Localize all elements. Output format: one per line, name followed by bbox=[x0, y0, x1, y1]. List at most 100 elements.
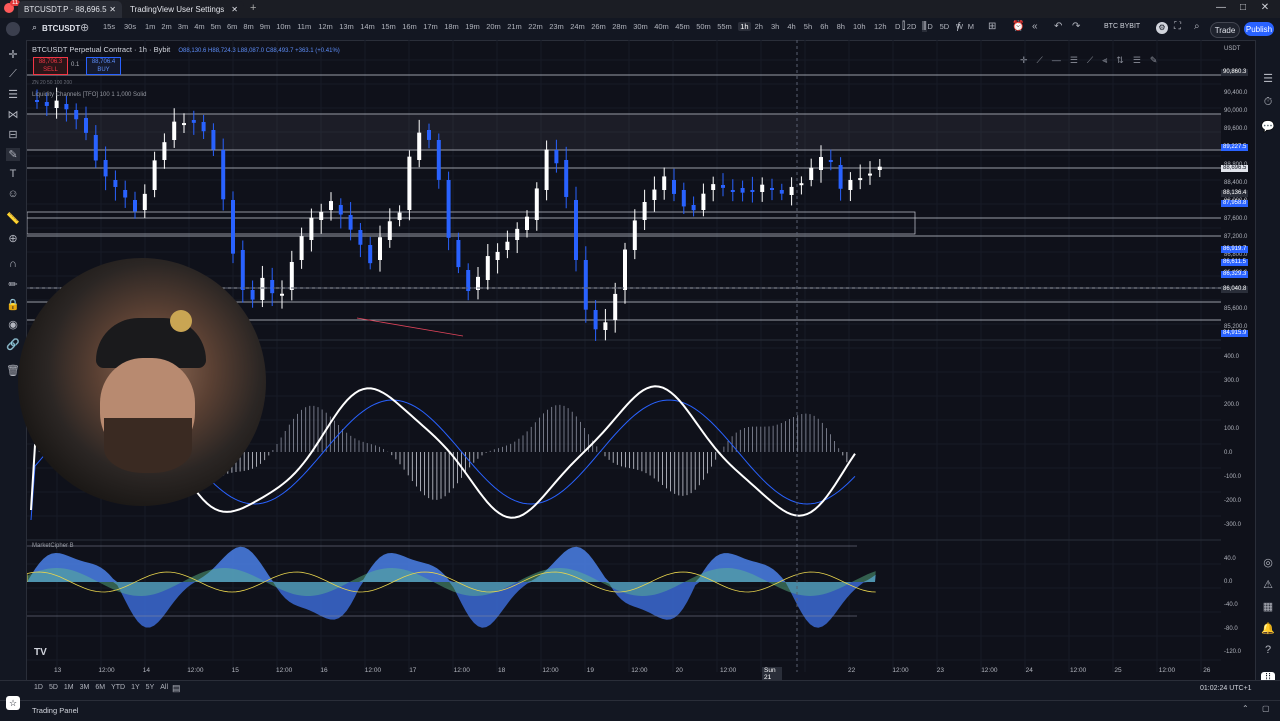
replay-icon[interactable]: « bbox=[1032, 21, 1038, 32]
bell-icon[interactable]: 🔔 bbox=[1261, 622, 1275, 635]
symbol-legend[interactable]: BTCUSDT Perpetual Contract · 1h · Bybit … bbox=[32, 45, 340, 54]
timeframe-5D[interactable]: 5D bbox=[940, 22, 950, 31]
trendline-icon[interactable]: ⟋ bbox=[6, 68, 20, 81]
link-icon[interactable]: 🔗 bbox=[6, 338, 20, 351]
utc-clock[interactable]: 01:02:24 UTC+1 bbox=[1200, 685, 1252, 692]
cipher-label[interactable]: MarketCipher B bbox=[32, 543, 74, 549]
range-1Y[interactable]: 1Y bbox=[131, 684, 140, 696]
timeframe-14m[interactable]: 14m bbox=[360, 22, 375, 31]
timeframe-1h[interactable]: 1h bbox=[738, 22, 751, 31]
timeframe-11m[interactable]: 11m bbox=[297, 22, 311, 31]
timeframe-3h[interactable]: 3h bbox=[771, 22, 779, 31]
trade-button[interactable]: Trade bbox=[1210, 22, 1240, 38]
chart-type-icon[interactable]: ⫿ bbox=[902, 21, 905, 32]
maximize-button[interactable]: □ bbox=[1236, 2, 1250, 13]
timeframe-2m[interactable]: 2m bbox=[161, 22, 171, 31]
timeframe-4m[interactable]: 4m bbox=[194, 22, 204, 31]
indicator-label[interactable]: Liquidity Channels [TFO] 100 1 1,000 Sol… bbox=[32, 92, 146, 98]
timeframe-5h[interactable]: 5h bbox=[804, 22, 812, 31]
timeframe-19m[interactable]: 19m bbox=[465, 22, 480, 31]
timeframe-22m[interactable]: 22m bbox=[528, 22, 543, 31]
search-icon[interactable]: ⌕ bbox=[32, 22, 37, 33]
lock-icon[interactable]: 🔒 bbox=[6, 298, 20, 311]
panel-maximize-icon[interactable]: ▢ bbox=[1262, 704, 1270, 713]
timeframe-50m[interactable]: 50m bbox=[696, 22, 711, 31]
brush-icon[interactable]: ✎ bbox=[6, 148, 20, 161]
crosshair-icon[interactable]: ✛ bbox=[6, 48, 20, 61]
timeframe-21m[interactable]: 21m bbox=[507, 22, 522, 31]
timeframe-6m[interactable]: 6m bbox=[227, 22, 237, 31]
timeframe-6h[interactable]: 6h bbox=[820, 22, 828, 31]
settings-gear-icon[interactable]: ⚙ bbox=[1156, 22, 1168, 34]
timeframe-2D[interactable]: 2D bbox=[907, 22, 917, 31]
buy-button[interactable]: 88,706.4 BUY bbox=[86, 57, 121, 75]
undo-icon[interactable]: ↶ bbox=[1054, 21, 1062, 32]
panel-expand-icon[interactable]: ⌃ bbox=[1242, 704, 1249, 713]
timeframe-40m[interactable]: 40m bbox=[654, 22, 669, 31]
emoji-icon[interactable]: ☺ bbox=[6, 188, 20, 200]
target-icon[interactable]: ◎ bbox=[1261, 556, 1275, 569]
range-6M[interactable]: 6M bbox=[95, 684, 105, 696]
timeframe-30m[interactable]: 30m bbox=[633, 22, 648, 31]
range-3M[interactable]: 3M bbox=[80, 684, 90, 696]
watchlist-icon[interactable]: ☰ bbox=[1261, 72, 1275, 85]
date-range-icon[interactable]: ▤ bbox=[172, 683, 181, 694]
layout-icon[interactable]: ⊞ bbox=[988, 21, 996, 32]
timeframe-9m[interactable]: 9m bbox=[260, 22, 270, 31]
trading-panel-tab[interactable]: Trading Panel bbox=[32, 706, 78, 715]
indicator-small-label[interactable]: ZN 20 50 100 200 bbox=[32, 80, 72, 86]
sell-button[interactable]: 88,706.3 SELL bbox=[33, 57, 68, 75]
redo-icon[interactable]: ↷ bbox=[1072, 21, 1080, 32]
timeframe-20m[interactable]: 20m bbox=[486, 22, 501, 31]
ideas-icon[interactable]: ⚠ bbox=[1261, 578, 1275, 591]
timeframe-D[interactable]: D bbox=[895, 22, 900, 31]
timeframe-13m[interactable]: 13m bbox=[339, 22, 354, 31]
range-YTD[interactable]: YTD bbox=[111, 684, 125, 696]
quick-search-icon[interactable]: ⌕ bbox=[1194, 21, 1200, 32]
fib-icon[interactable]: ☰ bbox=[6, 88, 20, 101]
candles-icon[interactable]: ⫼ bbox=[922, 21, 927, 32]
timeframe-5m[interactable]: 5m bbox=[211, 22, 221, 31]
range-All[interactable]: All bbox=[160, 684, 168, 696]
zoom-icon[interactable]: ⊕ bbox=[6, 232, 20, 245]
timeframe-45m[interactable]: 45m bbox=[675, 22, 690, 31]
time-axis[interactable]: 13 12:00 14 12:00 15 12:00 16 12:00 17 12:00 18 12:… bbox=[0, 0, 1210, 702]
alert-icon[interactable]: ⏰ bbox=[1012, 21, 1024, 32]
timeframe-8h[interactable]: 8h bbox=[837, 22, 845, 31]
timeframe-12h[interactable]: 12h bbox=[874, 22, 887, 31]
range-1M[interactable]: 1M bbox=[64, 684, 74, 696]
timeframe-12m[interactable]: 12m bbox=[318, 22, 333, 31]
currency-label[interactable]: USDT bbox=[1224, 46, 1240, 52]
timeframe-10m[interactable]: 10m bbox=[276, 22, 291, 31]
range-5Y[interactable]: 5Y bbox=[146, 684, 155, 696]
range-1D[interactable]: 1D bbox=[34, 684, 43, 696]
timeframe-3m[interactable]: 3m bbox=[178, 22, 188, 31]
timeframe-8m[interactable]: 8m bbox=[243, 22, 253, 31]
close-window-button[interactable]: ✕ bbox=[1258, 2, 1272, 13]
magnet-icon[interactable]: ∩ bbox=[6, 258, 20, 270]
timeframe-30s[interactable]: 30s bbox=[124, 22, 136, 31]
add-symbol-icon[interactable]: ⊕ bbox=[80, 21, 89, 34]
calendar-icon[interactable]: ▦ bbox=[1261, 600, 1275, 613]
timeframe-10h[interactable]: 10h bbox=[853, 22, 866, 31]
fullscreen-icon[interactable]: ⛶ bbox=[1174, 21, 1181, 32]
eye-icon[interactable]: ◉ bbox=[6, 318, 20, 331]
help-icon[interactable]: ? bbox=[1261, 644, 1275, 656]
timeframe-26m[interactable]: 26m bbox=[591, 22, 606, 31]
pattern-icon[interactable]: ⋈ bbox=[6, 108, 20, 121]
timeframe-23m[interactable]: 23m bbox=[549, 22, 564, 31]
timeframe-4h[interactable]: 4h bbox=[787, 22, 795, 31]
timeframe-18m[interactable]: 18m bbox=[444, 22, 459, 31]
timeframe-2h[interactable]: 2h bbox=[755, 22, 763, 31]
symbol-search[interactable]: BTCUSDT bbox=[42, 24, 80, 33]
timeframe-1m[interactable]: 1m bbox=[145, 22, 155, 31]
timeframe-M[interactable]: M bbox=[968, 22, 974, 31]
chat-icon[interactable]: 💬 bbox=[1261, 120, 1275, 133]
minimize-button[interactable]: — bbox=[1214, 2, 1228, 13]
alerts-icon[interactable]: ⏱ bbox=[1261, 96, 1275, 109]
exchange-label[interactable]: BTC BYBIT bbox=[1104, 23, 1140, 30]
ruler-icon[interactable]: 📏 bbox=[6, 212, 20, 225]
indicators-icon[interactable]: ƒ bbox=[956, 21, 962, 32]
timeframe-28m[interactable]: 28m bbox=[612, 22, 627, 31]
prediction-icon[interactable]: ⊟ bbox=[6, 128, 20, 141]
